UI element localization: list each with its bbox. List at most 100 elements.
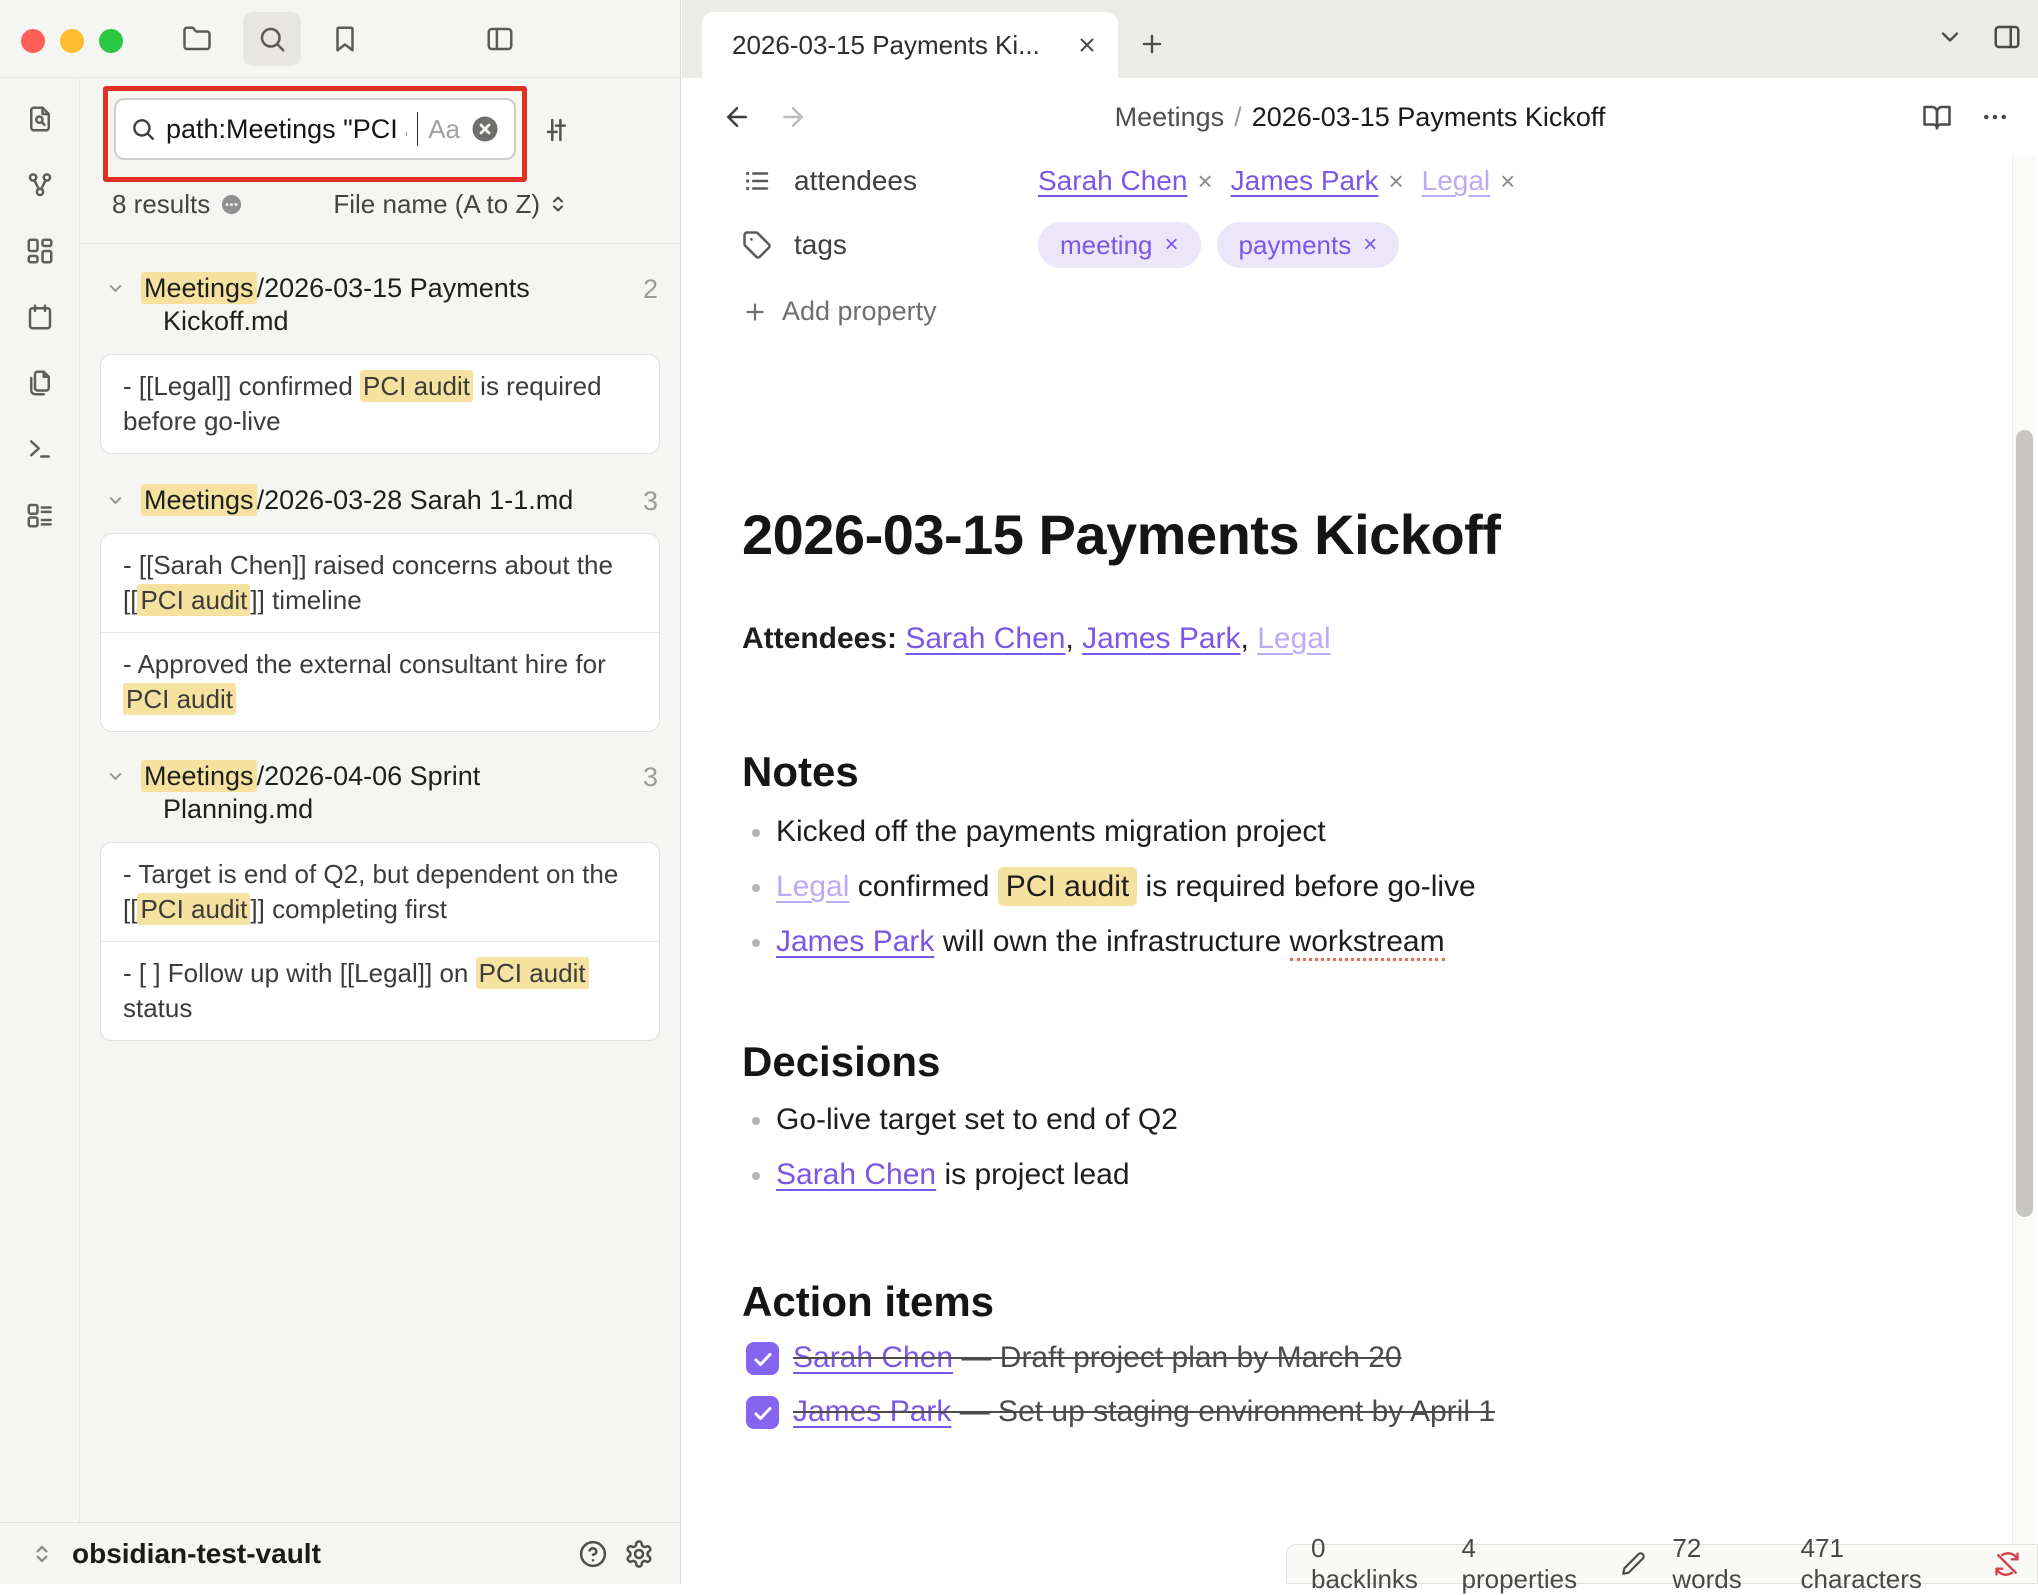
reading-view-toggle-button[interactable] — [1922, 102, 1952, 132]
result-card-stack: - [[Sarah Chen]] raised concerns about t… — [100, 533, 660, 732]
search-match[interactable]: - [[Sarah Chen]] raised concerns about t… — [101, 534, 659, 632]
templates-ribbon-button[interactable] — [24, 367, 56, 399]
breadcrumb-note-title[interactable]: 2026-03-15 Payments Kickoff — [1252, 102, 1606, 132]
chevron-down-icon — [106, 491, 125, 510]
checkbox-checked[interactable] — [746, 1396, 779, 1429]
scrollbar-thumb[interactable] — [2016, 430, 2033, 1217]
list-item: Sarah Chen is project lead — [742, 1155, 1682, 1195]
edit-mode-icon[interactable] — [1620, 1551, 1646, 1577]
titlebar — [0, 0, 680, 78]
window-close-button[interactable] — [21, 29, 45, 53]
window-minimize-button[interactable] — [60, 29, 84, 53]
property-link-value[interactable]: Sarah Chen — [1038, 165, 1187, 197]
remove-value-icon[interactable]: × — [1388, 166, 1403, 197]
settings-button[interactable] — [623, 1538, 655, 1570]
collapse-left-sidebar-button[interactable] — [471, 12, 529, 66]
result-file-name: Meetings/2026-03-15 Payments Kickoff.md — [141, 272, 624, 338]
list-item: Go-live target set to end of Q2 — [742, 1100, 1682, 1140]
clear-search-button[interactable] — [470, 114, 500, 144]
search-match[interactable]: - [ ] Follow up with [[Legal]] on PCI au… — [101, 941, 659, 1040]
add-property-button[interactable]: Add property — [742, 296, 937, 327]
match-count-badge: 2 — [643, 273, 658, 306]
vault-switcher-button[interactable] — [26, 1538, 58, 1570]
tag-icon — [742, 230, 772, 260]
match-case-toggle[interactable]: Aa — [428, 114, 460, 145]
internal-link-unresolved[interactable]: Legal — [1257, 622, 1330, 655]
search-icon — [257, 24, 287, 54]
remove-value-icon[interactable]: × — [1500, 166, 1515, 197]
property-link-value-unresolved[interactable]: Legal — [1422, 165, 1491, 197]
search-in-file-ribbon-button[interactable] — [24, 103, 56, 135]
terminal-ribbon-button[interactable] — [24, 433, 56, 465]
section-heading-decisions: Decisions — [742, 1038, 940, 1086]
search-settings-button[interactable] — [538, 112, 574, 148]
collapse-right-sidebar-button[interactable] — [1992, 22, 2022, 52]
result-group-header[interactable]: Meetings/2026-03-15 Payments Kickoff.md … — [100, 272, 660, 338]
help-button[interactable] — [577, 1538, 609, 1570]
window-controls — [21, 29, 123, 53]
list-item: Kicked off the payments migration projec… — [742, 812, 1682, 852]
character-count[interactable]: 471 characters — [1801, 1533, 1967, 1595]
tab-active[interactable]: 2026-03-15 Payments Ki... — [702, 12, 1118, 78]
new-tab-button[interactable] — [1134, 26, 1170, 62]
file-search-icon — [25, 104, 55, 134]
search-input[interactable]: path:Meetings "PCI audi Aa — [114, 98, 516, 160]
property-key[interactable]: attendees — [794, 165, 1038, 197]
properties-count[interactable]: 4 properties — [1462, 1533, 1595, 1595]
search-match[interactable]: - [[Legal]] confirmed PCI audit is requi… — [101, 355, 659, 453]
graph-view-ribbon-button[interactable] — [24, 169, 56, 201]
bookmarks-tab-button[interactable] — [316, 12, 374, 66]
property-key[interactable]: tags — [794, 229, 1038, 261]
remove-tag-icon[interactable]: × — [1165, 231, 1179, 259]
word-count[interactable]: 72 words — [1672, 1533, 1774, 1595]
daily-note-ribbon-button[interactable] — [24, 301, 56, 333]
internal-link[interactable]: Sarah Chen — [793, 1341, 953, 1374]
search-match[interactable]: - Approved the external consultant hire … — [101, 632, 659, 731]
remove-tag-icon[interactable]: × — [1363, 231, 1377, 259]
action-items-list: Sarah Chen — Draft project plan by March… — [742, 1338, 1682, 1446]
internal-link[interactable]: Sarah Chen — [776, 1158, 936, 1191]
search-match[interactable]: - Target is end of Q2, but dependent on … — [101, 843, 659, 941]
match-count-badge: 3 — [643, 761, 658, 794]
internal-link-unresolved[interactable]: Legal — [776, 870, 849, 903]
file-explorer-tab-button[interactable] — [168, 12, 226, 66]
internal-link[interactable]: Sarah Chen — [905, 622, 1065, 655]
breadcrumb-folder[interactable]: Meetings — [1115, 102, 1225, 132]
internal-link[interactable]: James Park — [793, 1395, 951, 1428]
window-zoom-button[interactable] — [99, 29, 123, 53]
panel-right-icon — [1992, 22, 2022, 52]
ribbon — [0, 79, 80, 1522]
decisions-list: Go-live target set to end of Q2 Sarah Ch… — [742, 1100, 1682, 1210]
checkbox-checked[interactable] — [746, 1342, 779, 1375]
property-link-value[interactable]: James Park — [1231, 165, 1379, 197]
tab-list-dropdown-button[interactable] — [1936, 23, 1964, 51]
result-group-header[interactable]: Meetings/2026-03-28 Sarah 1-1.md 3 — [100, 484, 660, 517]
sync-disabled-icon[interactable] — [1993, 1550, 2021, 1578]
search-tab-button[interactable] — [243, 12, 301, 66]
task-item: Sarah Chen — Draft project plan by March… — [742, 1338, 1682, 1378]
sort-order-button[interactable]: File name (A to Z) — [333, 189, 570, 220]
internal-link[interactable]: James Park — [776, 925, 934, 958]
backlinks-count[interactable]: 0 backlinks — [1311, 1533, 1436, 1595]
more-options-button[interactable] — [1980, 102, 2010, 132]
sort-order-label: File name (A to Z) — [333, 189, 540, 220]
vault-name[interactable]: obsidian-test-vault — [72, 1538, 321, 1570]
result-group-header[interactable]: Meetings/2026-04-06 Sprint Planning.md 3 — [100, 760, 660, 826]
kanban-ribbon-button[interactable] — [24, 499, 56, 531]
sliders-icon — [541, 115, 571, 145]
remove-value-icon[interactable]: × — [1197, 166, 1212, 197]
close-tab-button[interactable] — [1074, 32, 1100, 58]
internal-link[interactable]: James Park — [1082, 622, 1240, 655]
layout-dashboard-icon — [25, 236, 55, 266]
chevron-down-icon — [106, 767, 125, 786]
canvas-ribbon-button[interactable] — [24, 235, 56, 267]
editor-scrollbar[interactable] — [2012, 156, 2036, 1544]
results-info-icon[interactable] — [220, 193, 243, 216]
files-icon — [25, 368, 55, 398]
terminal-icon — [25, 434, 55, 464]
left-sidebar: path:Meetings "PCI audi Aa 8 results Fil… — [0, 0, 681, 1584]
calendar-icon — [25, 302, 55, 332]
tag-pill[interactable]: meeting× — [1038, 222, 1201, 268]
tag-pill[interactable]: payments× — [1217, 222, 1400, 268]
task-item: James Park — Set up staging environment … — [742, 1392, 1682, 1432]
